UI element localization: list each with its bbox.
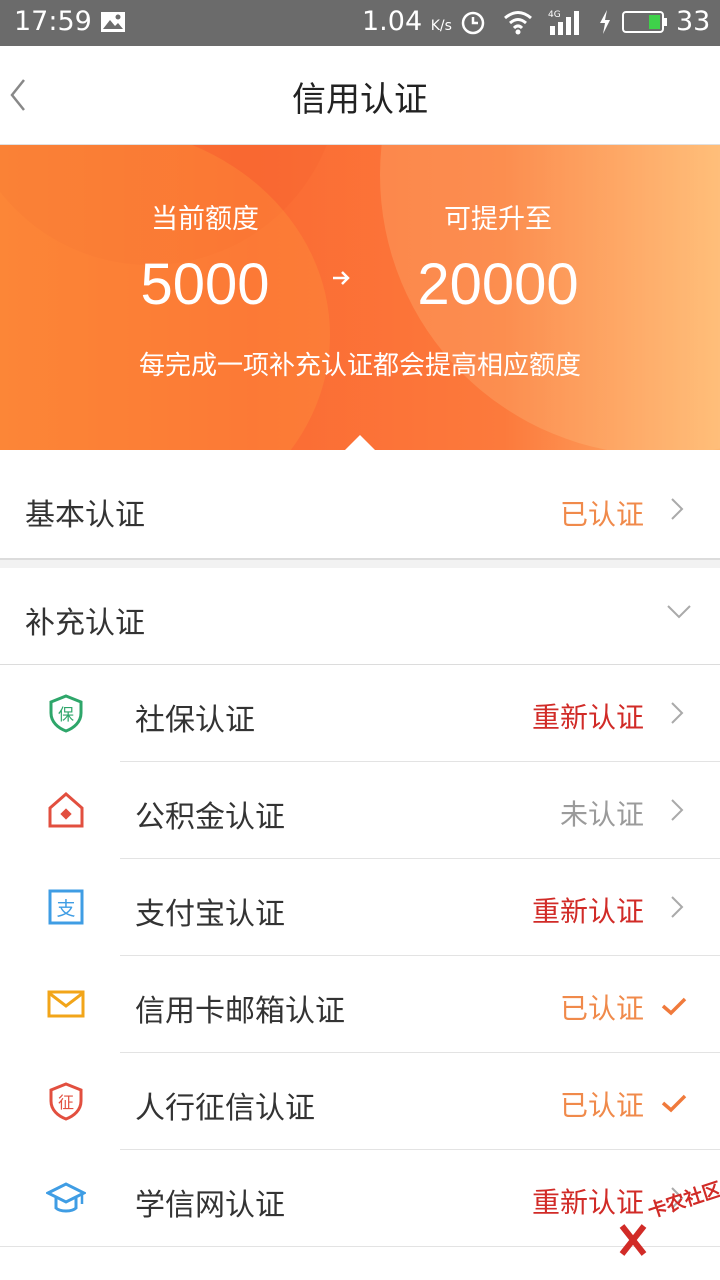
mail-icon <box>47 990 85 1018</box>
alarm-clock-icon <box>461 11 485 35</box>
item-status: 重新认证 <box>531 895 644 928</box>
checkmark-icon <box>661 997 687 1016</box>
arrow-right-icon <box>333 271 350 285</box>
item-status: 已认证 <box>559 1089 644 1122</box>
current-limit-label: 当前额度 <box>151 204 259 235</box>
target-limit-label: 可提升至 <box>444 204 552 235</box>
item-status: 重新认证 <box>531 701 644 734</box>
checkmark-icon <box>661 1094 687 1113</box>
status-bar: 17:59 1.04 K/s 4G 33 <box>0 0 720 46</box>
list-item-credit-card-email[interactable]: 信用卡邮箱认证 已认证 <box>0 956 720 1053</box>
chevron-right-icon <box>671 702 684 724</box>
item-status: 未认证 <box>559 798 644 831</box>
list-item-alipay[interactable]: 支 支付宝认证 重新认证 <box>0 859 720 956</box>
charging-icon <box>600 10 610 34</box>
svg-text:支: 支 <box>56 898 75 920</box>
list-item-chsi[interactable]: 学信网认证 重新认证 <box>0 1150 720 1247</box>
wifi-icon <box>504 11 532 35</box>
battery-icon <box>622 11 667 33</box>
battery-level: 33 <box>676 6 711 37</box>
banner-notch <box>344 435 376 450</box>
current-limit-value: 5000 <box>140 252 270 317</box>
list-item-social-security[interactable]: 保 社保认证 重新认证 <box>0 665 720 762</box>
navigation-bar: 信用认证 <box>0 46 720 145</box>
basic-verification-row[interactable]: 基本认证 已认证 <box>0 450 720 560</box>
chevron-down-icon[interactable] <box>666 604 692 620</box>
item-status: 已认证 <box>559 992 644 1025</box>
graduation-cap-icon <box>46 1182 86 1213</box>
basic-verification-status: 已认证 <box>559 498 644 531</box>
item-name: 支付宝认证 <box>135 897 285 932</box>
item-name: 信用卡邮箱认证 <box>135 994 345 1029</box>
social-security-icon: 保 <box>49 694 83 733</box>
svg-text:征: 征 <box>58 1093 74 1112</box>
item-name: 社保认证 <box>135 703 255 738</box>
list-item-housing-fund[interactable]: 公积金认证 未认证 <box>0 762 720 859</box>
supplementary-verification-label: 补充认证 <box>25 606 145 641</box>
credit-limit-banner: 当前额度 5000 可提升至 20000 每完成一项补充认证都会提高相应额度 <box>0 145 720 450</box>
item-name: 公积金认证 <box>135 800 285 835</box>
list-item-pboc-credit[interactable]: 征 人行征信认证 已认证 <box>0 1053 720 1150</box>
svg-text:4G: 4G <box>548 10 561 20</box>
chevron-right-icon <box>671 896 684 918</box>
cellular-signal-icon: 4G <box>548 10 579 35</box>
credit-report-icon: 征 <box>49 1082 83 1121</box>
svg-text:保: 保 <box>58 705 74 724</box>
chevron-right-icon <box>671 498 684 520</box>
target-limit-value: 20000 <box>417 252 579 317</box>
image-notification-icon <box>101 12 125 32</box>
network-speed: 1.04 K/s <box>362 6 452 37</box>
watermark: 卡农社区 <box>618 1178 720 1264</box>
basic-verification-label: 基本认证 <box>25 498 145 533</box>
divider <box>0 1246 720 1247</box>
item-name: 学信网认证 <box>135 1188 285 1223</box>
supplementary-verification-list: 保 社保认证 重新认证 公积金认证 未认证 支 支付宝认证 重新认证 信用卡邮箱… <box>0 665 720 1280</box>
supplementary-verification-header[interactable]: 补充认证 <box>0 568 720 665</box>
status-time: 17:59 <box>14 6 92 37</box>
item-name: 人行征信认证 <box>135 1091 315 1126</box>
watermark-logo-icon <box>619 1224 647 1256</box>
page-title: 信用认证 <box>292 80 428 120</box>
banner-description: 每完成一项补充认证都会提高相应额度 <box>138 351 581 381</box>
chevron-right-icon <box>671 799 684 821</box>
alipay-icon: 支 <box>48 889 84 925</box>
housing-fund-icon <box>48 792 84 828</box>
